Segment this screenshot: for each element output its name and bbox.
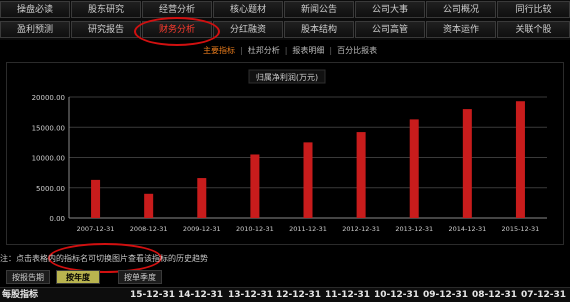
chart-panel: 归属净利润(万元) 0.00 5000.00 10000.00 15000.00 200…: [6, 62, 564, 245]
nav-item-guben[interactable]: 股本结构: [284, 21, 354, 38]
y-tick-label: 5000.00: [36, 185, 65, 193]
nav-item-caopan[interactable]: 操盘必读: [0, 1, 70, 18]
y-tick-label: 20000.00: [32, 94, 65, 102]
tab-by-quarter[interactable]: 按单季度: [118, 270, 162, 284]
x-tick-label: 2008-12-31: [130, 225, 168, 233]
y-tick-label: 10000.00: [32, 155, 65, 163]
bar-2015-12-31[interactable]: [515, 101, 525, 218]
y-tick-label: 15000.00: [32, 124, 65, 132]
bar-2010-12-31[interactable]: [250, 154, 260, 218]
header-date[interactable]: 09-12-31: [423, 288, 468, 302]
subtab-dupont[interactable]: 杜邦分析: [245, 43, 283, 59]
bar-2007-12-31[interactable]: [91, 179, 101, 218]
bar-2008-12-31[interactable]: [144, 193, 154, 218]
nav-item-caiwu[interactable]: 财务分析: [142, 21, 212, 38]
chart-bars: [91, 101, 525, 218]
header-date[interactable]: 15-12-31: [130, 288, 175, 302]
x-tick-label: 2013-12-31: [395, 225, 433, 233]
header-date[interactable]: 14-12-31: [178, 288, 223, 302]
header-date[interactable]: 13-12-31: [228, 288, 273, 302]
header-date[interactable]: 10-12-31: [374, 288, 419, 302]
nav-item-xinwen[interactable]: 新闻公告: [284, 1, 354, 18]
nav-item-gudong[interactable]: 股东研究: [71, 1, 141, 18]
chart-title: 归属净利润(万元): [256, 72, 318, 82]
subtab-separator: |: [284, 46, 288, 55]
nav-item-guanlian[interactable]: 关联个股: [497, 21, 570, 38]
nav-item-tonghang[interactable]: 同行比较: [497, 1, 570, 18]
header-date[interactable]: 11-12-31: [325, 288, 370, 302]
x-tick-label: 2015-12-31: [502, 225, 540, 233]
header-date[interactable]: 08-12-31: [472, 288, 517, 302]
nav-row-2: 盈利预测 研究报告 财务分析 分红融资 股本结构 公司高管 资本运作 关联个股: [0, 20, 570, 40]
nav-item-ziben[interactable]: 资本运作: [426, 21, 496, 38]
nav-item-hexin[interactable]: 核心题材: [213, 1, 283, 18]
y-axis-ticks: 0.00 5000.00 10000.00 15000.00 20000.00: [32, 94, 65, 223]
header-date[interactable]: 12-12-31: [276, 288, 321, 302]
bar-2013-12-31[interactable]: [409, 119, 419, 218]
bar-2009-12-31[interactable]: [197, 178, 207, 218]
bar-2012-12-31[interactable]: [356, 132, 366, 218]
x-tick-label: 2012-12-31: [342, 225, 380, 233]
nav-item-yingli[interactable]: 盈利预测: [0, 21, 70, 38]
net-profit-chart: 归属净利润(万元) 0.00 5000.00 10000.00 15000.00 200…: [32, 69, 547, 233]
tab-by-report-period[interactable]: 按报告期: [6, 270, 50, 284]
nav-item-dashi[interactable]: 公司大事: [355, 1, 425, 18]
nav-item-fenhong[interactable]: 分红融资: [213, 21, 283, 38]
x-tick-label: 2009-12-31: [183, 225, 221, 233]
finance-subtabs: 主要指标 | 杜邦分析 | 报表明细 | 百分比报表: [200, 43, 380, 59]
nav-item-yanjiu[interactable]: 研究报告: [71, 21, 141, 38]
nav-row-1: 操盘必读 股东研究 经营分析 核心题材 新闻公告 公司大事 公司概况 同行比较: [0, 0, 570, 20]
nav-item-gaikuang[interactable]: 公司概况: [426, 1, 496, 18]
x-tick-label: 2010-12-31: [236, 225, 274, 233]
chart-hint-note: 注：点击表格内的指标名可切换图片查看该指标的历史趋势: [0, 254, 208, 263]
subtab-main-indicators[interactable]: 主要指标: [200, 43, 238, 59]
subtab-separator: |: [240, 46, 243, 55]
nav-item-jingying[interactable]: 经营分析: [142, 1, 212, 18]
x-tick-label: 2011-12-31: [289, 225, 327, 233]
bar-2014-12-31[interactable]: [462, 109, 472, 218]
subtab-separator: |: [329, 46, 333, 55]
subtab-percent[interactable]: 百分比报表: [334, 43, 380, 59]
bar-2011-12-31[interactable]: [303, 142, 313, 218]
top-nav: 操盘必读 股东研究 经营分析 核心题材 新闻公告 公司大事 公司概况 同行比较 …: [0, 0, 570, 40]
nav-item-gaoguan[interactable]: 公司高管: [355, 21, 425, 38]
header-per-share: 每股指标: [2, 290, 39, 300]
y-tick-label: 0.00: [49, 215, 65, 223]
tab-by-year[interactable]: 按年度: [56, 270, 100, 284]
table-header-row: 每股指标 15-12-31 14-12-31 13-12-31 12-12-31…: [0, 287, 570, 302]
x-tick-label: 2007-12-31: [77, 225, 115, 233]
x-axis-ticks: 2007-12-31 2008-12-31 2009-12-31 2010-12-31…: [77, 225, 540, 233]
header-date[interactable]: 07-12-31: [521, 288, 566, 302]
x-tick-label: 2014-12-31: [448, 225, 486, 233]
subtab-statements[interactable]: 报表明细: [289, 43, 327, 59]
